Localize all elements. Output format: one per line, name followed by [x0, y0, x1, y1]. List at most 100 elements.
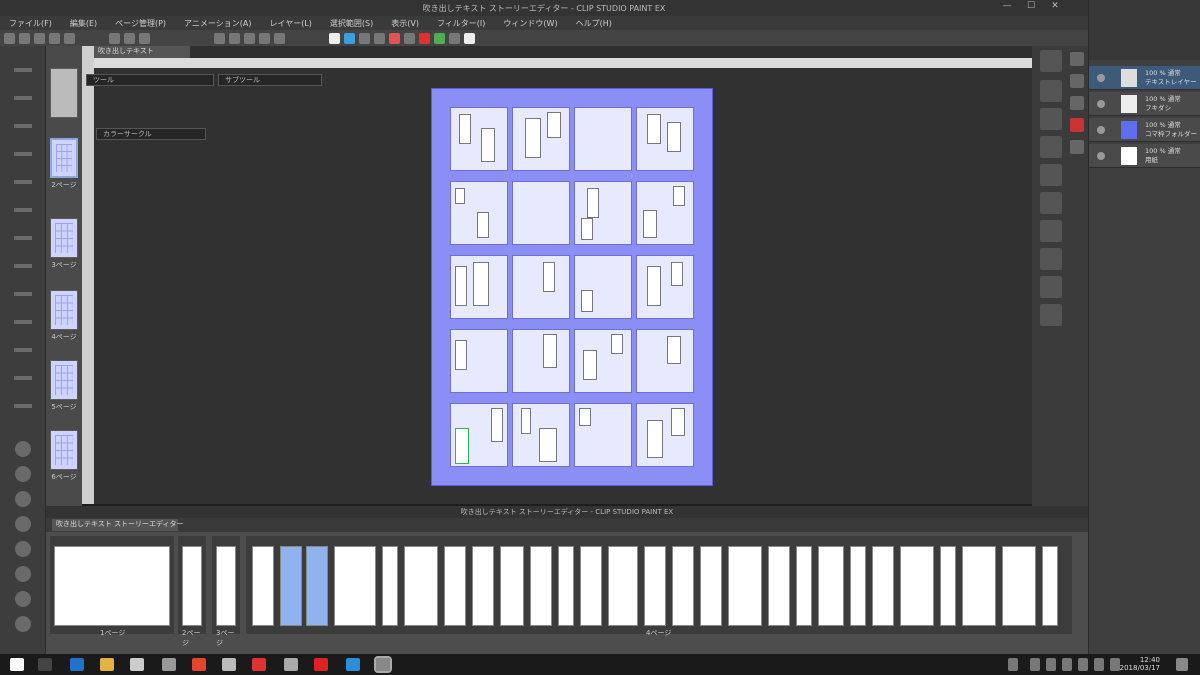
notification-icon[interactable] [1176, 658, 1188, 671]
brush-tool-icon[interactable] [1040, 192, 1062, 214]
story-text-box[interactable] [182, 546, 202, 626]
record-icon[interactable] [389, 32, 400, 44]
panel[interactable] [636, 107, 694, 171]
eye-icon[interactable] [1097, 100, 1105, 108]
menu-window[interactable]: ウィンドウ(W) [494, 18, 566, 29]
menu-animation[interactable]: アニメーション(A) [175, 18, 260, 29]
speech-balloon[interactable] [667, 122, 681, 152]
panel[interactable] [574, 107, 632, 171]
tool-bar-10[interactable] [14, 320, 32, 324]
tool-bar-3[interactable] [14, 124, 32, 128]
clear-icon[interactable] [214, 32, 225, 44]
speech-balloon[interactable] [647, 114, 661, 144]
story-text-box[interactable] [500, 546, 524, 626]
speech-balloon[interactable] [491, 408, 503, 442]
speech-balloon[interactable] [543, 334, 557, 368]
speech-balloon[interactable] [455, 188, 465, 204]
tool-bar-5[interactable] [14, 180, 32, 184]
speech-balloon[interactable] [525, 118, 541, 158]
story-text-box[interactable] [796, 546, 812, 626]
panel[interactable] [574, 403, 632, 467]
fill-tool-icon[interactable] [1040, 276, 1062, 298]
speech-balloon[interactable] [539, 428, 557, 462]
grid-icon[interactable] [124, 32, 135, 44]
panel[interactable] [574, 329, 632, 393]
story-text-box[interactable] [728, 546, 762, 626]
open-icon[interactable] [19, 32, 30, 44]
pen-color-icon[interactable] [1070, 118, 1084, 132]
panel[interactable] [450, 255, 508, 319]
speech-balloon[interactable] [547, 112, 561, 138]
globe-icon[interactable] [346, 658, 360, 671]
tool-dot-2[interactable] [15, 466, 31, 482]
story-text-box[interactable] [962, 546, 996, 626]
tool-dropdown[interactable]: ツール [86, 74, 214, 86]
page-thumb-4[interactable] [50, 290, 78, 330]
menu-file[interactable]: ファイル(F) [0, 18, 61, 29]
story-text-box[interactable] [700, 546, 722, 626]
operation-tool-icon[interactable] [1040, 80, 1062, 102]
tool-bar-1[interactable] [14, 68, 32, 72]
speech-balloon[interactable] [521, 408, 531, 434]
eye-icon[interactable] [1097, 74, 1105, 82]
network-icon[interactable] [1078, 658, 1088, 671]
eye-icon[interactable] [1097, 126, 1105, 134]
tool-dot-8[interactable] [15, 616, 31, 632]
onedrive-icon[interactable] [1046, 658, 1056, 671]
calculator-icon[interactable] [222, 658, 236, 671]
eye-icon[interactable] [1097, 152, 1105, 160]
document-tab[interactable]: 吹き出しテキスト [94, 46, 190, 58]
menu-help[interactable]: ヘルプ(H) [567, 18, 621, 29]
maximize-button[interactable]: ☐ [1024, 1, 1038, 11]
panel[interactable] [512, 255, 570, 319]
envelope-icon[interactable] [284, 658, 298, 671]
story-text-box[interactable] [558, 546, 574, 626]
acrobat-icon[interactable] [314, 658, 328, 671]
close-button[interactable]: ✕ [1048, 1, 1062, 11]
layer-row[interactable]: 100 % 通常 フキダシ [1089, 92, 1200, 116]
zoom-icon[interactable] [259, 32, 270, 44]
story-text-box[interactable] [580, 546, 602, 626]
battery-icon[interactable] [1062, 658, 1072, 671]
ruler-icon[interactable] [139, 32, 150, 44]
panel[interactable] [512, 403, 570, 467]
story-text-box[interactable] [404, 546, 438, 626]
story-text-box[interactable] [382, 546, 398, 626]
speech-balloon[interactable] [455, 266, 467, 306]
tool-bar-12[interactable] [14, 376, 32, 380]
layer-row[interactable]: 100 % 通常 コマ枠フォルダー [1089, 118, 1200, 142]
page-thumb-3[interactable] [50, 218, 78, 258]
menu-filter[interactable]: フィルター(I) [428, 18, 494, 29]
speech-balloon[interactable] [543, 262, 555, 292]
speech-balloon[interactable] [611, 334, 623, 354]
panel[interactable] [574, 181, 632, 245]
brush-icon[interactable] [359, 32, 370, 44]
panel[interactable] [636, 403, 694, 467]
panel[interactable] [512, 329, 570, 393]
sub-icon[interactable] [1070, 96, 1084, 110]
undo-icon[interactable] [49, 32, 60, 44]
speech-balloon[interactable] [671, 408, 685, 436]
start-icon[interactable] [10, 658, 24, 671]
menu-edit[interactable]: 編集(E) [61, 18, 106, 29]
panel[interactable] [636, 181, 694, 245]
tool-dot-4[interactable] [15, 516, 31, 532]
story-text-box-selected[interactable] [280, 546, 302, 626]
speech-balloon[interactable] [647, 420, 663, 458]
story-text-box[interactable] [444, 546, 466, 626]
tool-bar-6[interactable] [14, 208, 32, 212]
panel[interactable] [450, 329, 508, 393]
redo-icon[interactable] [64, 32, 75, 44]
speech-balloon[interactable] [587, 188, 599, 218]
story-text-box[interactable] [872, 546, 894, 626]
gradient-tool-icon[interactable] [1040, 304, 1062, 326]
new-file-icon[interactable] [4, 32, 15, 44]
panel[interactable] [450, 181, 508, 245]
panel[interactable] [450, 403, 508, 467]
speech-balloon[interactable] [647, 266, 661, 306]
speech-balloon[interactable] [455, 340, 467, 370]
explorer-icon[interactable] [100, 658, 114, 671]
tool-dot-6[interactable] [15, 566, 31, 582]
color-red-icon[interactable] [419, 32, 430, 44]
speech-balloon[interactable] [477, 212, 489, 238]
